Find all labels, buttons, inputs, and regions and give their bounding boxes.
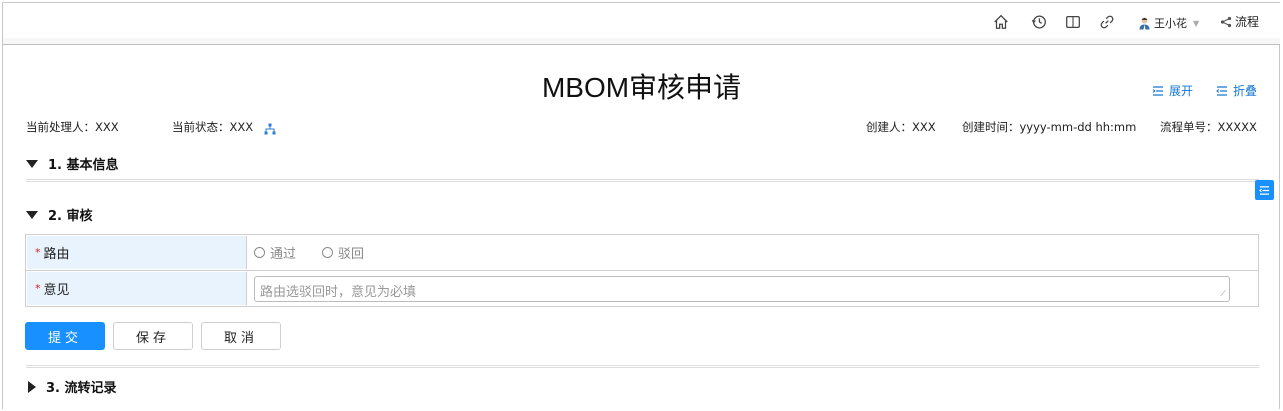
section-records-header[interactable]: 3. 流转记录 <box>26 377 117 396</box>
caret-right-icon <box>28 380 36 393</box>
flow-icon <box>1220 16 1232 27</box>
route-label: * 路由 <box>27 236 247 269</box>
link-icon[interactable] <box>1098 13 1118 33</box>
resize-handle-icon[interactable]: ⟋ <box>1220 289 1226 298</box>
flow-label: 流程 <box>1235 15 1260 29</box>
current-handler: 当前处理人：XXX <box>26 120 119 134</box>
section-title: 2. 审核 <box>48 209 93 224</box>
top-toolbar: 王小花 ▼ 流程 <box>3 3 1280 39</box>
menu-fold-icon <box>1259 185 1270 195</box>
page-title: MBOM审核申请 <box>541 72 742 103</box>
section-divider <box>26 179 1259 182</box>
flow-number: 流程单号：XXXXX <box>1160 120 1257 134</box>
current-status: 当前状态：XXX <box>172 120 254 134</box>
caret-down-icon <box>26 159 38 168</box>
radio-circle[interactable] <box>322 247 334 258</box>
user-menu[interactable]: 王小花 ▼ <box>1138 15 1199 31</box>
book-icon[interactable] <box>1064 13 1084 33</box>
opinion-textarea[interactable]: 路由选驳回时，意见为必填 ⟋ <box>254 275 1230 302</box>
section-title: 3. 流转记录 <box>46 381 117 396</box>
created-time: 创建时间：yyyy-mm-dd hh:mm <box>962 120 1137 134</box>
expand-icon <box>1152 85 1163 96</box>
side-panel-toggle[interactable] <box>1255 180 1274 200</box>
route-row: * 路由 通过 驳回 <box>26 235 1258 271</box>
caret-down-icon <box>26 210 38 219</box>
route-option-label: 驳回 <box>338 247 365 262</box>
section-review-header[interactable]: 2. 审核 <box>26 205 93 224</box>
section-divider <box>26 365 1259 368</box>
flow-button[interactable]: 流程 <box>1220 13 1259 30</box>
expand-label: 展开 <box>1169 84 1194 98</box>
expand-all-button[interactable]: 展开 <box>1152 82 1193 99</box>
radio-circle[interactable] <box>254 247 265 258</box>
review-form: * 路由 通过 驳回 * 意见 路由选驳回时，意见为必填 ⟋ <box>25 234 1259 307</box>
history-icon[interactable] <box>1030 13 1050 33</box>
user-name: 王小花 <box>1154 17 1187 30</box>
route-option-label: 通过 <box>270 247 297 262</box>
required-mark: * <box>35 246 41 259</box>
route-option-approve[interactable]: 通过 <box>254 243 296 262</box>
collapse-label: 折叠 <box>1233 84 1258 98</box>
opinion-label-text: 意见 <box>43 283 70 298</box>
creator: 创建人：XXX <box>866 120 936 134</box>
home-icon[interactable] <box>992 13 1012 33</box>
opinion-row: * 意见 路由选驳回时，意见为必填 ⟋ <box>26 271 1258 306</box>
collapse-all-button[interactable]: 折叠 <box>1216 82 1257 99</box>
required-mark: * <box>35 282 41 295</box>
section-title: 1. 基本信息 <box>48 158 119 173</box>
section-basic-info-header[interactable]: 1. 基本信息 <box>26 154 119 173</box>
collapse-icon <box>1216 85 1227 96</box>
opinion-field: 路由选驳回时，意见为必填 ⟋ <box>248 271 1258 306</box>
opinion-label: * 意见 <box>27 272 247 305</box>
cancel-button[interactable]: 取消 <box>201 322 281 350</box>
route-option-reject[interactable]: 驳回 <box>322 243 364 262</box>
submit-button[interactable]: 提交 <box>25 322 105 350</box>
opinion-placeholder: 路由选驳回时，意见为必填 <box>260 284 417 300</box>
route-label-text: 路由 <box>43 247 70 262</box>
tab-strip <box>3 38 1280 45</box>
page-frame <box>2 2 1280 409</box>
avatar <box>1138 16 1151 30</box>
org-chart-icon[interactable] <box>264 120 276 135</box>
route-field: 通过 驳回 <box>248 235 1258 270</box>
chevron-down-icon: ▼ <box>1193 18 1200 28</box>
save-button[interactable]: 保存 <box>113 322 193 350</box>
